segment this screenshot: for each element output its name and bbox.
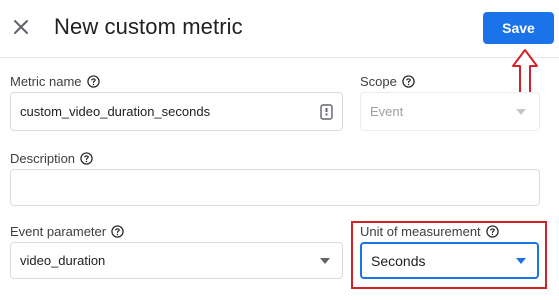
unit-of-measurement-value: Seconds (371, 253, 426, 269)
close-icon (14, 20, 28, 34)
help-icon[interactable] (402, 75, 415, 88)
scope-label-text: Scope (360, 74, 397, 89)
metric-name-value: custom_video_duration_seconds (20, 104, 211, 119)
help-icon[interactable] (485, 225, 499, 238)
dropdown-arrow-icon (516, 109, 526, 115)
annotation-arrow-icon (512, 49, 538, 95)
description-label-text: Description (10, 151, 76, 166)
unit-of-measurement-label-text: Unit of measurement (360, 224, 481, 239)
event-parameter-label: Event parameter (10, 224, 124, 239)
description-input[interactable] (10, 169, 540, 206)
badge-icon (320, 104, 333, 120)
unit-of-measurement-select[interactable]: Seconds (360, 242, 539, 279)
description-label: Description (10, 151, 93, 166)
metric-name-input[interactable]: custom_video_duration_seconds (10, 92, 343, 131)
unit-of-measurement-label: Unit of measurement (360, 224, 499, 239)
event-parameter-select[interactable]: video_duration (10, 242, 343, 279)
save-button[interactable]: Save (483, 12, 554, 44)
event-parameter-value: video_duration (20, 253, 106, 268)
help-icon[interactable] (111, 225, 124, 238)
help-icon[interactable] (80, 152, 93, 165)
dropdown-arrow-icon (516, 258, 526, 264)
metric-name-label: Metric name (10, 74, 100, 89)
close-button[interactable] (10, 16, 32, 38)
help-icon[interactable] (86, 75, 100, 88)
metric-name-label-text: Metric name (10, 74, 82, 89)
page-title: New custom metric (54, 14, 243, 39)
dropdown-arrow-icon (320, 258, 330, 264)
scope-select: Event (360, 92, 540, 131)
event-parameter-label-text: Event parameter (10, 224, 107, 239)
dialog-header: New custom metric Save (0, 0, 559, 58)
scope-label: Scope (360, 74, 415, 89)
scope-value: Event (370, 104, 404, 119)
